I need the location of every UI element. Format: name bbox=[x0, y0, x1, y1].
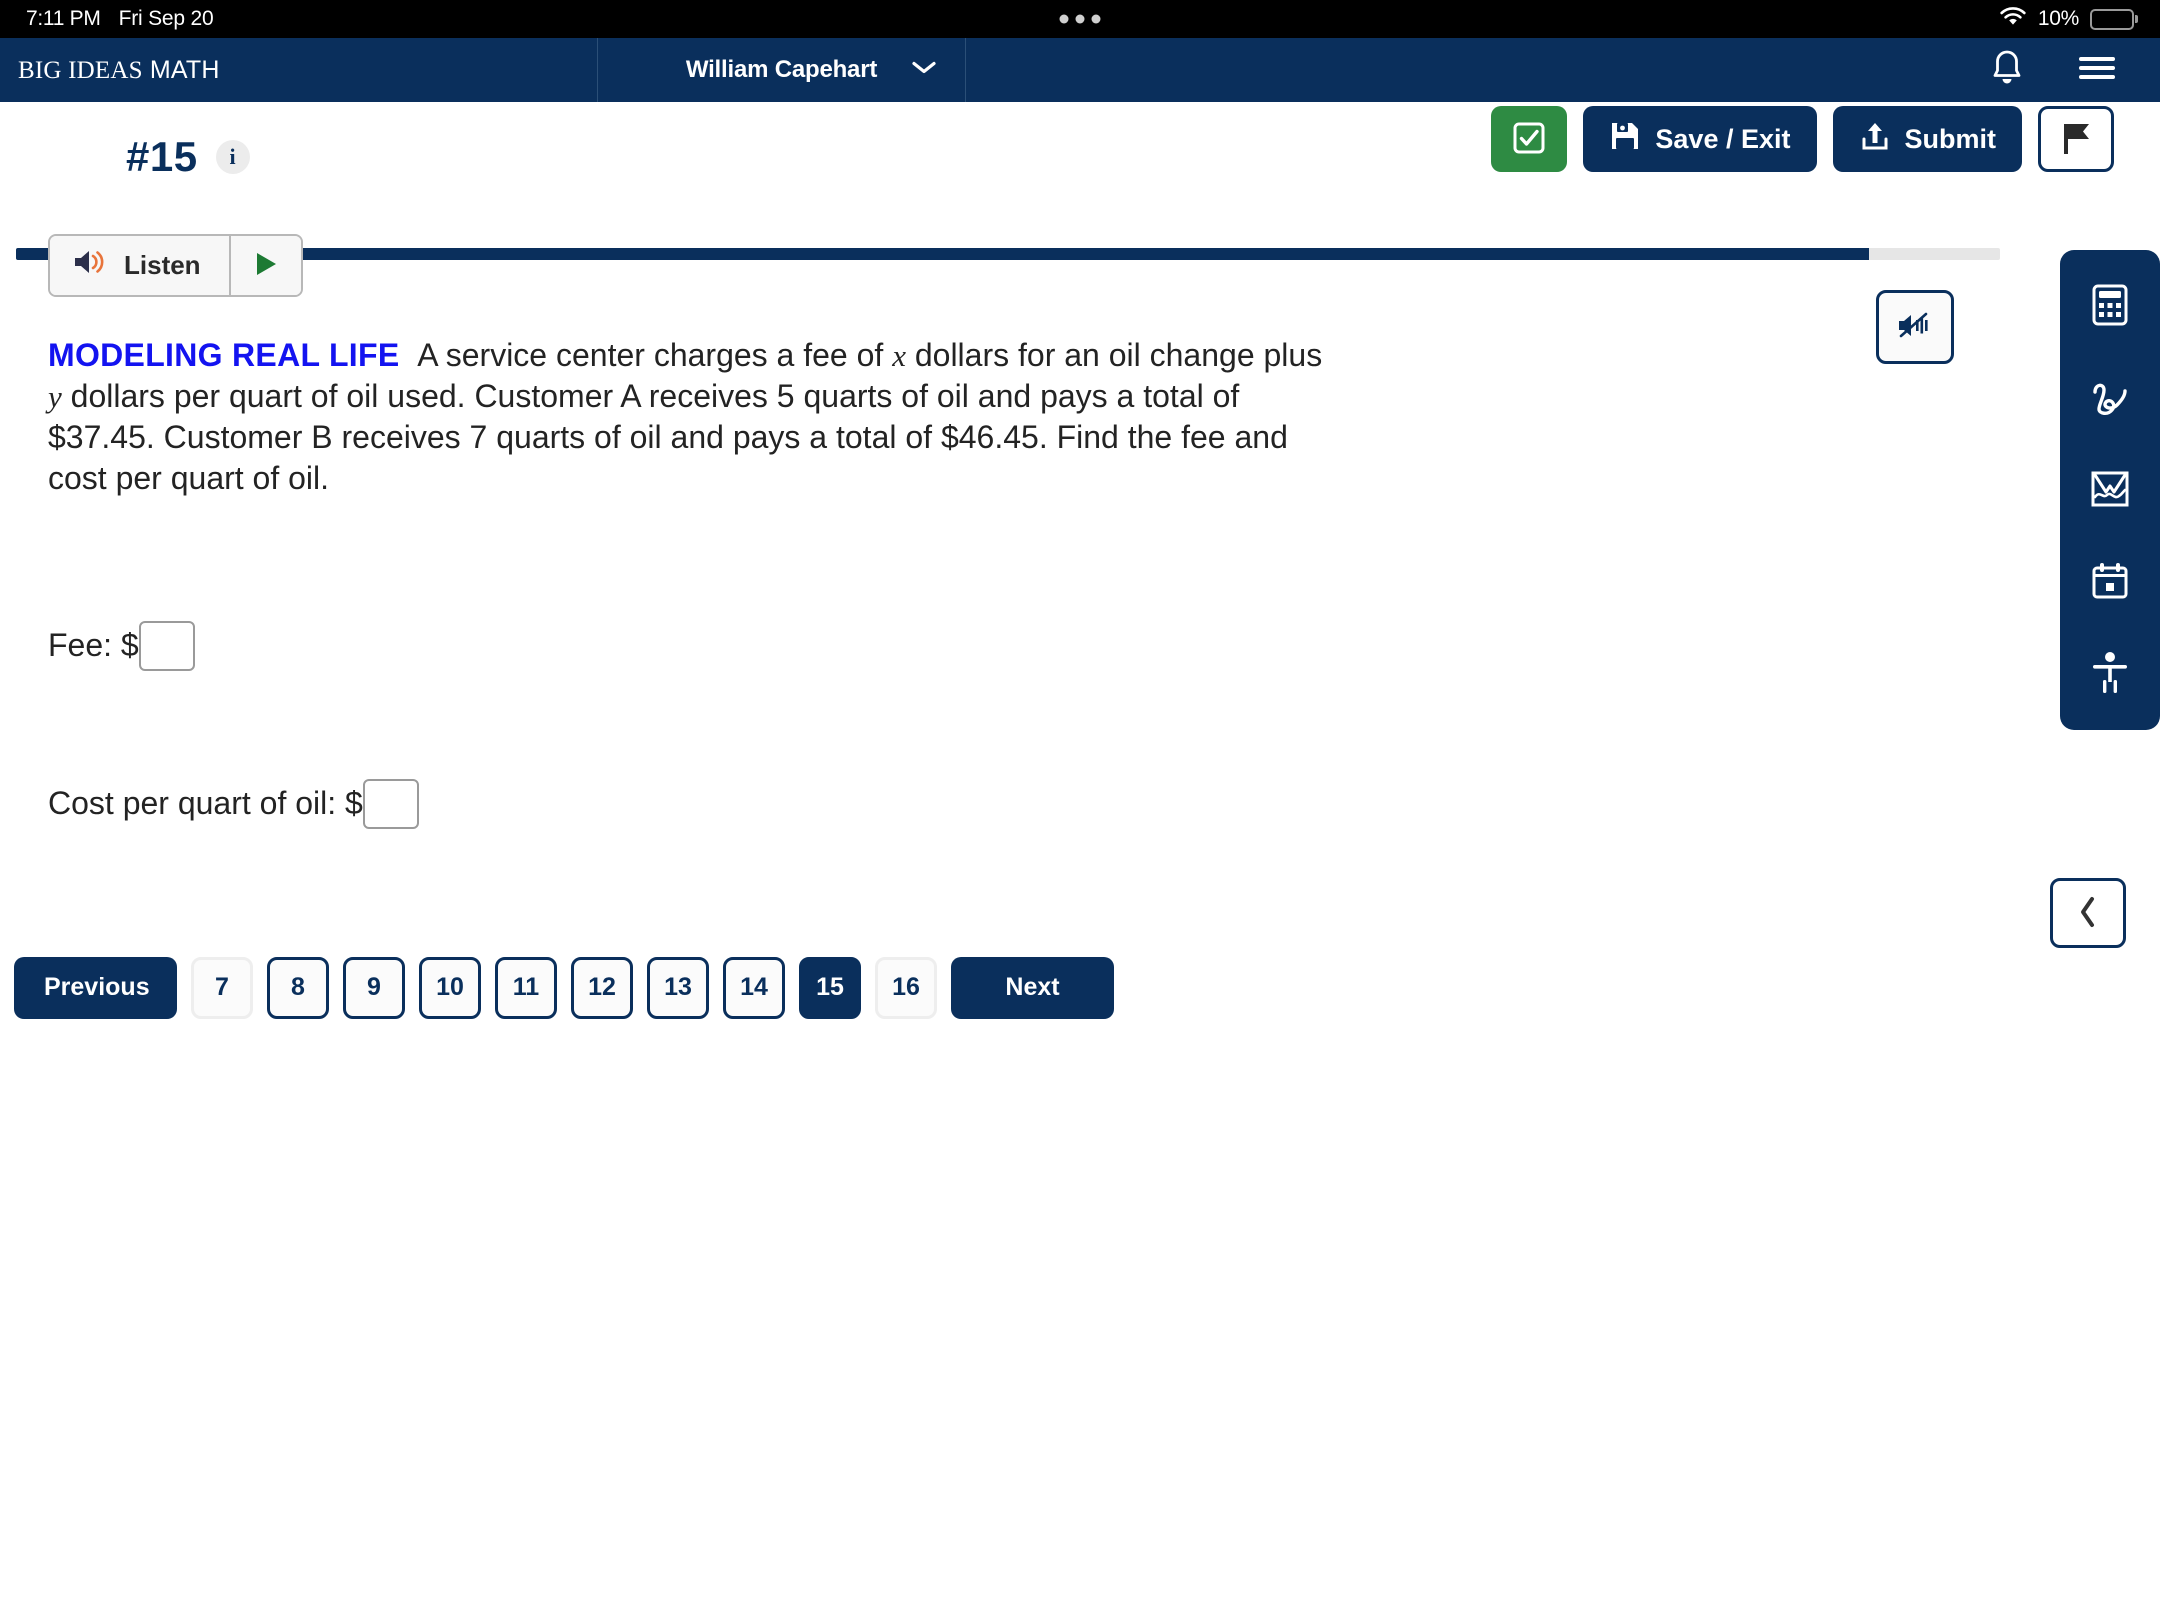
accessibility-icon[interactable] bbox=[2083, 646, 2137, 700]
dot bbox=[1059, 14, 1069, 24]
pagination: Previous 7 8 9 10 11 12 13 14 15 16 Next bbox=[14, 956, 2160, 1019]
page-button-11[interactable]: 11 bbox=[495, 956, 557, 1019]
page-button-9[interactable]: 9 bbox=[343, 956, 405, 1019]
previous-button[interactable]: Previous bbox=[14, 956, 177, 1019]
page-title: #15 bbox=[126, 133, 198, 180]
brand-primary: BIG IDEAS bbox=[18, 56, 143, 84]
question-toolbar: #15 i Save / Exit Submit bbox=[0, 102, 2160, 212]
page-button-8[interactable]: 8 bbox=[267, 956, 329, 1019]
page-button-15[interactable]: 15 bbox=[799, 956, 861, 1019]
mute-audio-button[interactable] bbox=[1876, 290, 1954, 364]
question-text: MODELING REAL LIFE A service center char… bbox=[48, 335, 1338, 499]
chevron-down-icon bbox=[911, 60, 937, 81]
save-exit-button[interactable]: Save / Exit bbox=[1583, 106, 1817, 172]
submit-button[interactable]: Submit bbox=[1832, 106, 2022, 172]
page-button-10[interactable]: 10 bbox=[419, 956, 481, 1019]
upload-icon bbox=[1859, 120, 1891, 159]
hamburger-menu-icon[interactable] bbox=[2076, 52, 2118, 89]
listen-control-group: Listen bbox=[48, 234, 303, 297]
answer-row-fee: Fee: $ bbox=[48, 620, 2160, 671]
submit-label: Submit bbox=[1904, 123, 1997, 154]
listen-label: Listen bbox=[124, 250, 201, 280]
speaker-icon bbox=[72, 246, 112, 285]
collapse-panel-button[interactable] bbox=[2050, 878, 2126, 948]
next-button[interactable]: Next bbox=[951, 956, 1114, 1019]
dot bbox=[1091, 14, 1101, 24]
question-part-3: dollars per quart of oil used. Customer … bbox=[48, 377, 1288, 496]
flag-question-button[interactable] bbox=[2038, 106, 2114, 172]
battery-icon bbox=[2090, 8, 2134, 30]
graph-icon[interactable] bbox=[2083, 462, 2137, 516]
page-number-list: 7 8 9 10 11 12 13 14 15 16 bbox=[191, 956, 937, 1019]
question-part-1: A service center charges a fee of bbox=[417, 337, 893, 373]
scribble-icon[interactable] bbox=[2083, 370, 2137, 424]
status-bar-right: 10% bbox=[1999, 6, 2134, 33]
page-button-7[interactable]: 7 bbox=[191, 956, 253, 1019]
app-header: BIG IDEAS MATH William Capehart bbox=[0, 38, 2160, 102]
tools-icon[interactable] bbox=[2083, 554, 2137, 608]
tool-rail bbox=[2060, 250, 2160, 730]
listen-button[interactable]: Listen bbox=[50, 236, 229, 295]
battery-percent-label: 10% bbox=[2037, 7, 2079, 30]
floppy-disk-icon bbox=[1609, 120, 1641, 159]
status-date: Fri Sep 20 bbox=[118, 7, 214, 30]
info-icon[interactable]: i bbox=[215, 140, 250, 174]
header-spacer bbox=[966, 38, 1988, 102]
question-part-2: dollars for an oil change plus bbox=[905, 337, 1323, 373]
page-button-16[interactable]: 16 bbox=[875, 956, 937, 1019]
ios-status-bar: 7:11 PM Fri Sep 20 10% bbox=[0, 0, 2160, 38]
variable-y: y bbox=[48, 378, 62, 414]
user-name-label: William Capehart bbox=[685, 56, 878, 83]
user-menu[interactable]: William Capehart bbox=[598, 38, 966, 102]
play-icon bbox=[251, 249, 281, 282]
cost-per-quart-input[interactable] bbox=[362, 778, 419, 829]
status-bar-left: 7:11 PM Fri Sep 20 bbox=[26, 7, 214, 31]
checkbox-check-icon bbox=[1512, 121, 1546, 158]
fee-label: Fee: $ bbox=[48, 627, 139, 664]
variable-x: x bbox=[892, 338, 906, 373]
page-button-13[interactable]: 13 bbox=[647, 956, 709, 1019]
app-logo[interactable]: BIG IDEAS MATH bbox=[0, 38, 598, 102]
answer-row-cost: Cost per quart of oil: $ bbox=[48, 778, 2160, 829]
multitask-dots[interactable] bbox=[1059, 14, 1101, 24]
chevron-left-icon bbox=[2076, 895, 2100, 932]
dot bbox=[1075, 14, 1085, 24]
question-number-group: #15 i bbox=[126, 133, 250, 181]
page-button-14[interactable]: 14 bbox=[723, 956, 785, 1019]
play-audio-button[interactable] bbox=[228, 236, 301, 295]
flag-icon bbox=[2059, 120, 2093, 159]
bell-icon[interactable] bbox=[1988, 47, 2026, 94]
question-content: Listen MODELING REAL LIFE A service cent… bbox=[0, 212, 2160, 1019]
save-exit-label: Save / Exit bbox=[1655, 123, 1791, 154]
question-tag: MODELING REAL LIFE bbox=[48, 337, 400, 373]
cost-per-quart-label: Cost per quart of oil: $ bbox=[48, 785, 363, 822]
status-time: 7:11 PM bbox=[26, 7, 101, 30]
page-button-12[interactable]: 12 bbox=[571, 956, 633, 1019]
calculator-icon[interactable] bbox=[2083, 278, 2137, 332]
fee-input[interactable] bbox=[138, 620, 195, 671]
header-icon-group bbox=[1988, 38, 2160, 102]
check-answer-button[interactable] bbox=[1491, 106, 1568, 172]
speaker-mute-icon bbox=[1895, 308, 1935, 347]
brand-secondary: MATH bbox=[149, 55, 220, 84]
question-action-buttons: Save / Exit Submit bbox=[1491, 106, 2160, 172]
wifi-icon bbox=[1999, 6, 2027, 33]
